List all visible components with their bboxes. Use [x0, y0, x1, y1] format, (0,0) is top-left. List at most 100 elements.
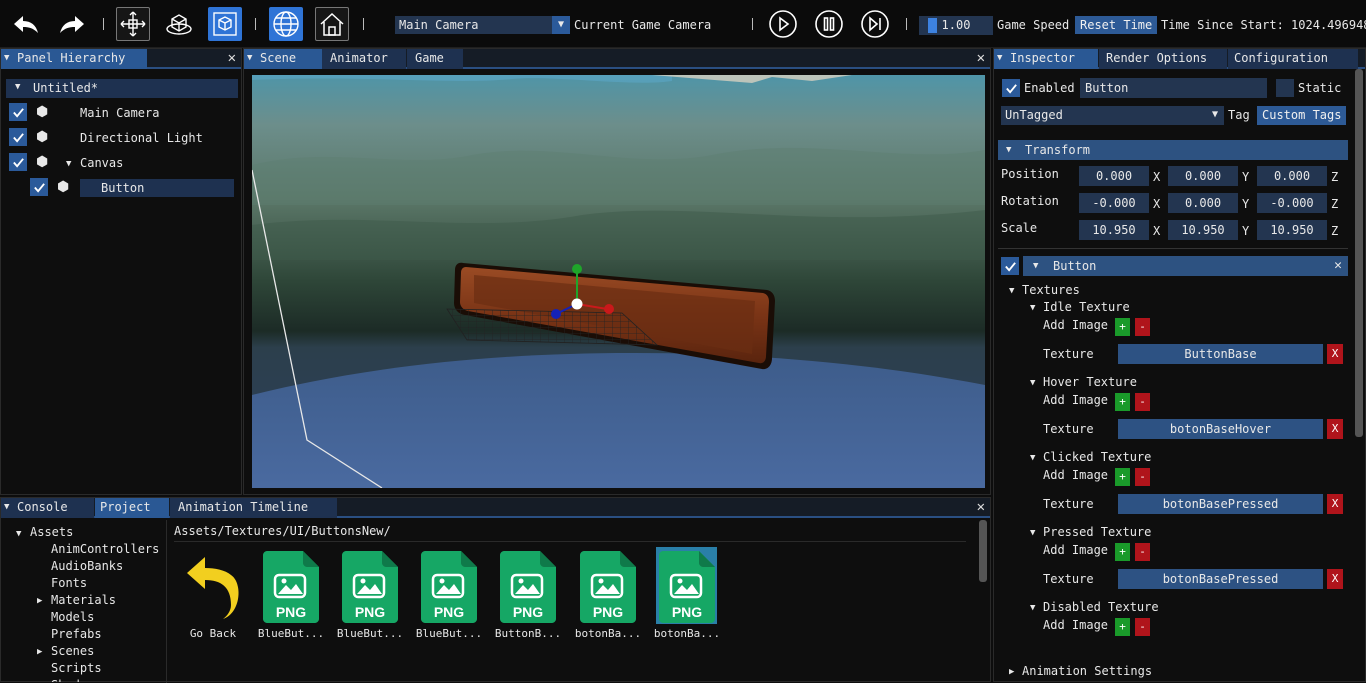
idle-texture-field[interactable]: ButtonBase [1118, 344, 1323, 364]
component-enabled-checkbox[interactable] [1001, 257, 1019, 275]
tab-console[interactable]: ▼ Console [1, 498, 94, 518]
chevron-down-icon[interactable]: ▼ [1030, 303, 1035, 313]
rotation-z-field[interactable]: -0.000 [1257, 193, 1327, 213]
step-icon[interactable] [858, 7, 892, 41]
folder-item[interactable]: Fonts [51, 576, 87, 590]
add-image-plus-button[interactable]: + [1115, 393, 1130, 411]
folder-item[interactable]: Shaders [51, 678, 102, 682]
pause-icon[interactable] [812, 7, 846, 41]
redo-icon[interactable] [55, 7, 89, 41]
remove-texture-button[interactable]: X [1327, 569, 1343, 589]
scene-view[interactable] [252, 75, 985, 488]
static-checkbox[interactable] [1276, 79, 1294, 97]
tab-scene[interactable]: ▼ Scene [244, 49, 322, 69]
tab-game[interactable]: Game [407, 49, 463, 69]
close-icon[interactable]: ✕ [977, 499, 985, 515]
tab-animation-timeline[interactable]: Animation Timeline [170, 498, 337, 518]
scale-z-field[interactable]: 10.950 [1257, 220, 1327, 240]
bottom-tabbar: ▼ Console Project Animation Timeline ✕ [1, 498, 990, 518]
enabled-checkbox[interactable] [9, 128, 27, 146]
chevron-down-icon[interactable]: ▼ [1009, 286, 1014, 296]
chevron-down-icon[interactable]: ▼ [1030, 453, 1035, 463]
close-icon[interactable]: ✕ [1334, 256, 1342, 276]
remove-texture-button[interactable]: X [1327, 344, 1343, 364]
close-icon[interactable]: ✕ [977, 50, 985, 66]
scrollbar[interactable] [979, 520, 987, 582]
undo-icon[interactable] [9, 7, 43, 41]
custom-tags-button[interactable]: Custom Tags [1257, 106, 1347, 125]
chevron-down-icon[interactable]: ▼ [16, 529, 21, 539]
position-y-field[interactable]: 0.000 [1168, 166, 1238, 186]
button-component-header[interactable]: ▼ Button ✕ [1023, 256, 1348, 276]
folder-item[interactable]: Scripts [51, 661, 102, 675]
animation-settings-label[interactable]: Animation Settings [1022, 664, 1152, 678]
add-image-minus-button[interactable]: - [1135, 468, 1150, 486]
game-speed-slider[interactable]: 1.00 [919, 16, 993, 35]
remove-texture-button[interactable]: X [1327, 494, 1343, 514]
add-image-plus-button[interactable]: + [1115, 618, 1130, 636]
enabled-checkbox[interactable] [9, 103, 27, 121]
camera-select[interactable]: Main Camera ▼ [395, 16, 570, 34]
chevron-right-icon[interactable]: ▶ [37, 596, 42, 606]
add-image-minus-button[interactable]: - [1135, 393, 1150, 411]
scene-root-row[interactable]: ▼ Untitled* [6, 79, 238, 98]
clicked-texture-field[interactable]: botonBasePressed [1118, 494, 1323, 514]
tab-inspector[interactable]: ▼ Inspector [994, 49, 1098, 69]
folder-item[interactable]: AudioBanks [51, 559, 123, 573]
add-image-plus-button[interactable]: + [1115, 543, 1130, 561]
tab-panel-hierarchy[interactable]: ▼ Panel Hierarchy [1, 49, 147, 69]
hierarchy-item-directional-light[interactable]: Directional Light [80, 131, 203, 145]
close-icon[interactable]: ✕ [228, 50, 236, 66]
hover-texture-field[interactable]: botonBaseHover [1118, 419, 1323, 439]
position-x-field[interactable]: 0.000 [1079, 166, 1149, 186]
tag-select[interactable]: UnTagged ▼ [1001, 106, 1224, 125]
add-image-minus-button[interactable]: - [1135, 318, 1150, 336]
folder-item[interactable]: Prefabs [51, 627, 102, 641]
move-tool-icon[interactable] [116, 7, 150, 41]
add-image-plus-button[interactable]: + [1115, 318, 1130, 336]
remove-texture-button[interactable]: X [1327, 419, 1343, 439]
folder-assets[interactable]: Assets [30, 525, 73, 539]
hierarchy-item-canvas[interactable]: Canvas [80, 156, 123, 170]
scale-x-field[interactable]: 10.950 [1079, 220, 1149, 240]
chevron-down-icon[interactable]: ▼ [66, 159, 71, 169]
add-image-minus-button[interactable]: - [1135, 543, 1150, 561]
transform-header[interactable]: ▼ Transform [998, 140, 1348, 160]
object-name-field[interactable]: Button [1080, 78, 1267, 98]
tab-animator[interactable]: Animator [322, 49, 406, 69]
chevron-down-icon[interactable]: ▼ [1030, 378, 1035, 388]
chevron-down-icon[interactable]: ▼ [1030, 603, 1035, 613]
hierarchy-item-button[interactable]: Button [101, 181, 144, 195]
rotation-x-field[interactable]: -0.000 [1079, 193, 1149, 213]
chevron-right-icon[interactable]: ▶ [37, 647, 42, 657]
folder-item[interactable]: AnimControllers [51, 542, 159, 556]
folder-item[interactable]: Materials [51, 593, 116, 607]
folder-item[interactable]: Models [51, 610, 94, 624]
add-image-plus-button[interactable]: + [1115, 468, 1130, 486]
world-space-icon[interactable] [269, 7, 303, 41]
scale-tool-icon[interactable] [208, 7, 242, 41]
add-image-minus-button[interactable]: - [1135, 618, 1150, 636]
home-icon[interactable] [315, 7, 349, 41]
rotation-y-field[interactable]: 0.000 [1168, 193, 1238, 213]
enabled-checkbox[interactable] [9, 153, 27, 171]
divider [166, 520, 167, 683]
hierarchy-item-main-camera[interactable]: Main Camera [80, 106, 159, 120]
png-file-icon: PNG [500, 551, 556, 623]
rotate-tool-icon[interactable] [162, 7, 196, 41]
pressed-texture-field[interactable]: botonBasePressed [1118, 569, 1323, 589]
chevron-down-icon[interactable]: ▼ [1030, 528, 1035, 538]
reset-time-button[interactable]: Reset Time [1075, 16, 1158, 34]
enabled-checkbox[interactable] [30, 178, 48, 196]
folder-item[interactable]: Scenes [51, 644, 94, 658]
enabled-checkbox[interactable] [1002, 79, 1020, 97]
play-icon[interactable] [766, 7, 800, 41]
position-z-field[interactable]: 0.000 [1257, 166, 1327, 186]
chevron-right-icon[interactable]: ▶ [1009, 667, 1014, 677]
game-speed-value: 1.00 [941, 18, 971, 32]
tab-configuration[interactable]: Configuration [1228, 49, 1358, 69]
tab-render-options[interactable]: Render Options [1099, 49, 1227, 69]
scale-y-field[interactable]: 10.950 [1168, 220, 1238, 240]
tab-project[interactable]: Project [95, 498, 169, 518]
scrollbar[interactable] [1355, 69, 1363, 437]
